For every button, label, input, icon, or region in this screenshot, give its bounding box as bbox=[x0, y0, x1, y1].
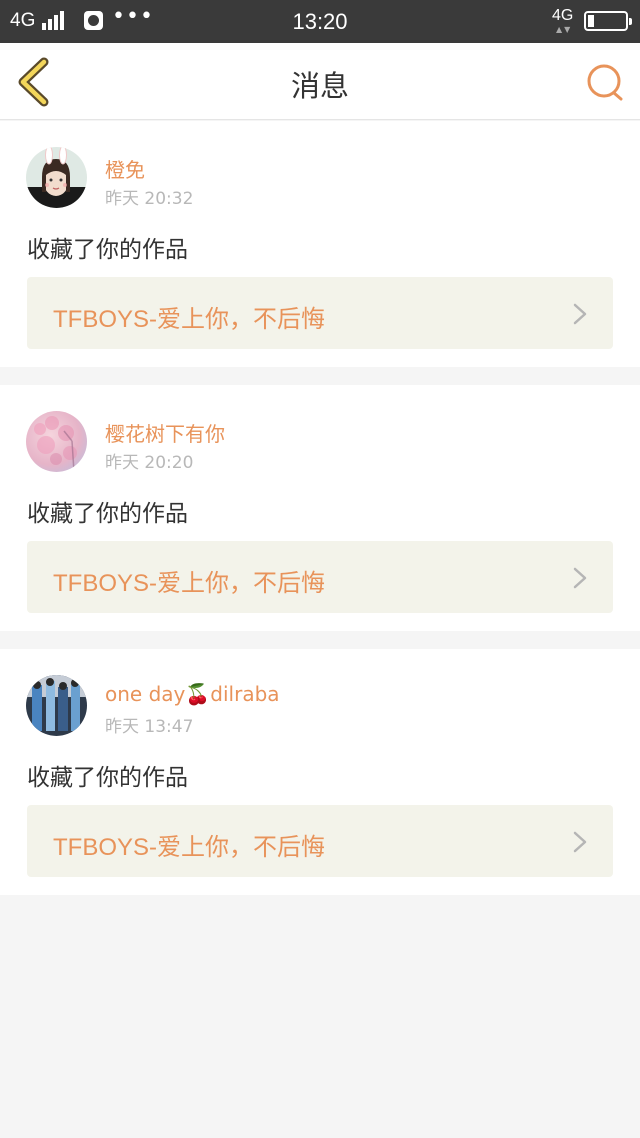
search-icon bbox=[587, 64, 623, 101]
avatar[interactable] bbox=[26, 411, 87, 472]
notification-action: 收藏了你的作品 bbox=[27, 501, 188, 527]
chevron-right-icon bbox=[573, 831, 587, 853]
network-indicator-secondary: 4G bbox=[552, 7, 574, 24]
page-title: 消息 bbox=[290, 69, 349, 103]
nav-header: 消息 bbox=[0, 43, 640, 120]
username[interactable]: 樱花树下有你 bbox=[105, 418, 225, 447]
cherry-emoji: 🍒 bbox=[185, 682, 211, 706]
work-title: TFBOYS-爱上你，不后悔 bbox=[53, 834, 326, 861]
timestamp: 昨天 20:20 bbox=[105, 453, 194, 473]
notification-card: 橙免 昨天 20:32 收藏了你的作品 TFBOYS-爱上你，不后悔 bbox=[0, 121, 640, 367]
notification-card: one day🍒dilraba 昨天 13:47 收藏了你的作品 TFBOYS-… bbox=[0, 649, 640, 895]
chevron-right-icon bbox=[573, 567, 587, 589]
work-link[interactable]: TFBOYS-爱上你，不后悔 bbox=[27, 805, 613, 877]
search-button[interactable] bbox=[584, 63, 624, 103]
username[interactable]: 橙免 bbox=[105, 154, 145, 183]
status-bar: 4G ••• 13:20 4G ▲▼ bbox=[0, 0, 640, 43]
clock: 13:20 bbox=[292, 9, 348, 34]
username[interactable]: one day🍒dilraba bbox=[105, 682, 280, 706]
chevron-right-icon bbox=[573, 303, 587, 325]
work-link[interactable]: TFBOYS-爱上你，不后悔 bbox=[27, 541, 613, 613]
avatar[interactable] bbox=[26, 675, 87, 736]
username-suffix: dilraba bbox=[210, 682, 280, 706]
data-activity-icon: ▲▼ bbox=[556, 25, 573, 34]
notification-action: 收藏了你的作品 bbox=[27, 237, 188, 263]
work-title: TFBOYS-爱上你，不后悔 bbox=[53, 306, 326, 333]
notification-action: 收藏了你的作品 bbox=[27, 765, 188, 791]
timestamp: 昨天 20:32 bbox=[105, 189, 194, 209]
battery-icon bbox=[584, 11, 632, 31]
timestamp: 昨天 13:47 bbox=[105, 717, 194, 737]
avatar[interactable] bbox=[26, 147, 87, 208]
username-prefix: one day bbox=[105, 682, 186, 706]
work-link[interactable]: TFBOYS-爱上你，不后悔 bbox=[27, 277, 613, 349]
notification-card: 樱花树下有你 昨天 20:20 收藏了你的作品 TFBOYS-爱上你，不后悔 bbox=[0, 385, 640, 631]
work-title: TFBOYS-爱上你，不后悔 bbox=[53, 570, 326, 597]
